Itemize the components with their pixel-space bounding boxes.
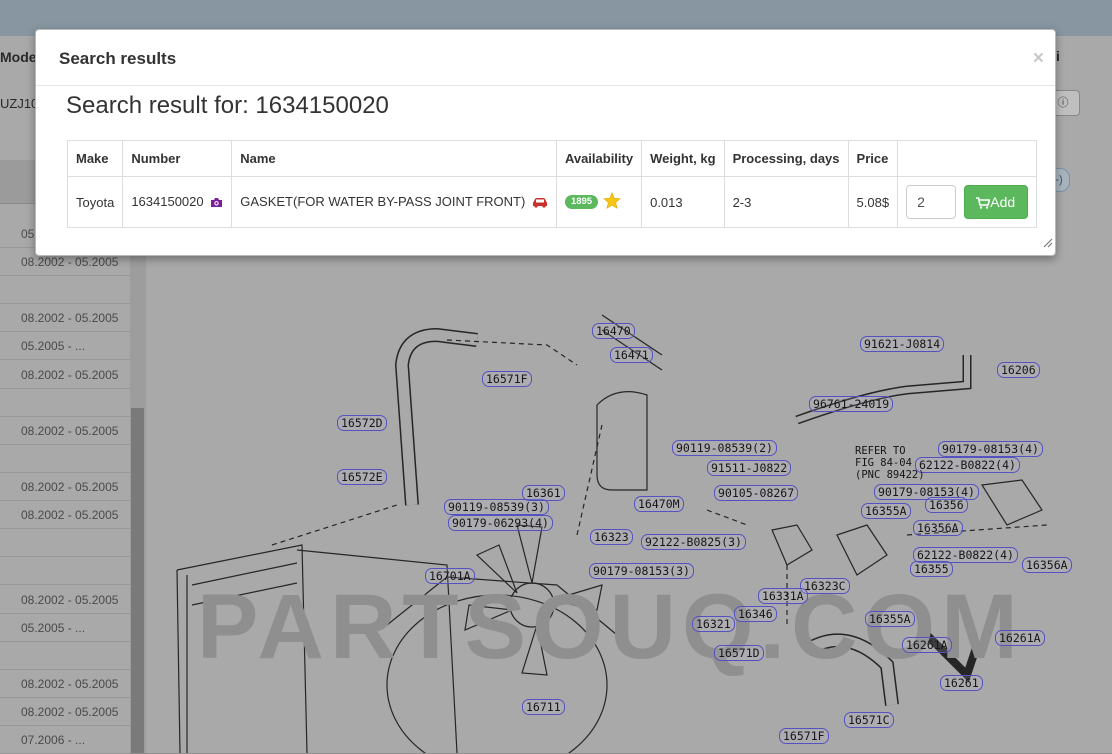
column-header-processing: Processing, days <box>723 140 849 177</box>
column-header-number: Number <box>122 140 233 177</box>
date-range-row[interactable]: 08.2002 - 05.2005 <box>0 361 130 389</box>
modal-header: Search results × <box>36 30 1055 86</box>
diagram-part-label[interactable]: 16323 <box>590 529 633 545</box>
cart-icon <box>976 188 991 220</box>
date-range-row[interactable]: 07.2006 - ... <box>0 726 130 754</box>
diagram-part-label[interactable]: 16470M <box>634 496 684 512</box>
diagram-part-label[interactable]: 16355A <box>865 611 915 627</box>
diagram-part-label[interactable]: 16571C <box>844 712 894 728</box>
model-column-label: Mode <box>0 49 37 65</box>
diagram-part-label[interactable]: 16571F <box>482 371 532 387</box>
cell-weight: 0.013 <box>641 176 725 228</box>
diagram-part-label[interactable]: 16571F <box>779 728 829 744</box>
date-range-row[interactable]: 08.2002 - 05.2005 <box>0 501 130 529</box>
list-scrollbar-thumb[interactable] <box>131 408 144 753</box>
table-row: Toyota 1634150020 GASKET(FOR WATER BY-PA… <box>66 176 1037 228</box>
column-header-price: Price <box>847 140 899 177</box>
diagram-part-label[interactable]: 16261A <box>902 637 952 653</box>
date-range-row[interactable] <box>0 642 130 670</box>
diagram-reference-note: REFER TO <box>855 445 906 457</box>
parts-diagram: PARTSOUQ.COM 16470 16471 91621-J0814 16206 1… <box>147 205 1092 753</box>
info-icon[interactable]: i <box>1056 48 1060 64</box>
column-header-name: Name <box>231 140 557 177</box>
diagram-part-label[interactable]: 16470 <box>592 323 635 339</box>
diagram-part-label[interactable]: 16355 <box>910 561 953 577</box>
cell-name: GASKET(FOR WATER BY-PASS JOINT FRONT) <box>231 176 557 228</box>
diagram-part-label[interactable]: 92122-B0825(3) <box>641 534 746 550</box>
search-results-modal: Search results × Search result for: 1634… <box>35 29 1056 256</box>
diagram-part-label[interactable]: 16261 <box>940 675 983 691</box>
diagram-part-label[interactable]: 90179-08153(4) <box>938 441 1043 457</box>
resize-handle-icon[interactable] <box>1041 235 1053 253</box>
diagram-reference-note: (PNC 89422) <box>855 469 925 481</box>
add-to-cart-button[interactable]: Add <box>963 185 1028 220</box>
diagram-part-label[interactable]: 16572E <box>337 469 387 485</box>
add-button-label: Add <box>990 194 1016 210</box>
quantity-input[interactable] <box>906 185 957 219</box>
diagram-part-label[interactable]: 90119-08539(2) <box>672 440 777 456</box>
star-icon <box>602 191 621 212</box>
cell-make: Toyota <box>66 176 124 228</box>
date-range-row[interactable]: 08.2002 - 05.2005 <box>0 417 130 445</box>
diagram-part-label[interactable]: 62122-B0822(4) <box>915 457 1020 473</box>
diagram-reference-note: FIG 84-04 <box>855 457 912 469</box>
diagram-part-label[interactable]: 16711 <box>522 699 565 715</box>
diagram-part-label[interactable]: 91621-J0814 <box>860 336 945 352</box>
diagram-part-label[interactable]: 16355A <box>861 503 911 519</box>
diagram-part-label[interactable]: 16571D <box>714 645 764 661</box>
diagram-part-label[interactable]: 90179-08153(3) <box>589 563 694 579</box>
diagram-part-label[interactable]: 16361 <box>522 485 565 501</box>
date-range-row[interactable] <box>0 557 130 585</box>
column-header-availability: Availability <box>555 140 643 177</box>
close-icon[interactable]: × <box>1033 48 1044 70</box>
availability-badge: 1895 <box>564 195 599 209</box>
diagram-part-label[interactable]: 90179-06293(4) <box>448 515 553 531</box>
cell-processing: 2-3 <box>723 176 849 228</box>
column-header-weight: Weight, kg <box>641 140 725 177</box>
diagram-part-label[interactable]: 90105-08267 <box>714 485 799 501</box>
part-number: 1634150020 <box>131 193 204 209</box>
diagram-part-label[interactable]: 90119-08539(3) <box>444 499 549 515</box>
diagram-part-label[interactable]: 16356A <box>1022 557 1072 573</box>
camera-icon[interactable] <box>210 196 223 211</box>
diagram-part-label[interactable]: 96761-24019 <box>809 396 894 412</box>
search-results-table: Make Number Name Availability Weight, kg… <box>66 140 1037 228</box>
date-range-row[interactable]: 05.2005 - ... <box>0 614 130 642</box>
diagram-part-label[interactable]: 16356 <box>925 497 968 513</box>
date-range-row[interactable] <box>0 389 130 417</box>
cell-availability: 1895 <box>555 176 643 228</box>
diagram-part-label[interactable]: 16206 <box>997 362 1040 378</box>
diagram-part-label[interactable]: 16356A <box>913 520 963 536</box>
cell-price: 5.08$ <box>847 176 899 228</box>
diagram-part-label[interactable]: 16701A <box>425 568 475 584</box>
date-range-row[interactable]: 08.2002 - 05.2005 <box>0 586 130 614</box>
column-header-actions <box>897 140 1037 177</box>
modal-title: Search results <box>59 49 177 68</box>
diagram-part-label[interactable]: 16471 <box>610 347 653 363</box>
part-name: GASKET(FOR WATER BY-PASS JOINT FRONT) <box>240 193 526 209</box>
diagram-part-label[interactable]: 16572D <box>337 415 387 431</box>
date-range-row[interactable]: 08.2002 - 05.2005 <box>0 304 130 332</box>
diagram-part-label[interactable]: 16346 <box>734 606 777 622</box>
diagram-part-label[interactable]: 16261A <box>995 630 1045 646</box>
date-range-row[interactable]: 08.2002 - 05.2005 <box>0 473 130 501</box>
column-header-make: Make <box>66 140 124 177</box>
date-range-row[interactable]: 08.2002 - 05.2005 <box>0 698 130 726</box>
diagram-part-label[interactable]: 16331A <box>758 588 808 604</box>
watermark: PARTSOUQ.COM <box>197 576 1024 678</box>
date-range-row[interactable] <box>0 529 130 557</box>
table-header-row: Make Number Name Availability Weight, kg… <box>66 140 1037 177</box>
date-range-row[interactable] <box>0 276 130 304</box>
cell-number: 1634150020 <box>122 176 233 228</box>
model-value: UZJ10 <box>0 96 39 111</box>
date-range-row[interactable]: 08.2002 - 05.2005 <box>0 670 130 698</box>
cell-actions: Add <box>897 176 1037 228</box>
search-result-heading: Search result for: 1634150020 <box>66 92 389 119</box>
diagram-part-label[interactable]: 91511-J0822 <box>707 460 792 476</box>
car-icon[interactable] <box>532 196 548 211</box>
diagram-part-label[interactable]: 16321 <box>692 616 735 632</box>
date-range-row[interactable]: 05.2005 - ... <box>0 332 130 360</box>
date-range-row[interactable] <box>0 445 130 473</box>
